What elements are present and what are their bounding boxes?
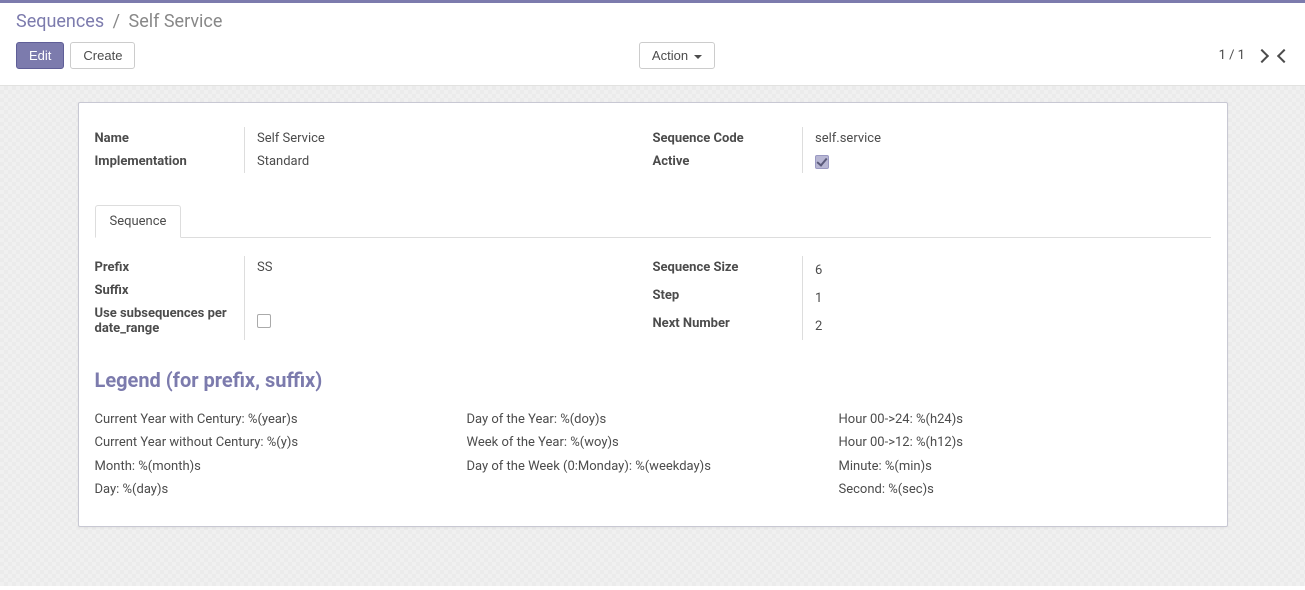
tab-sequence[interactable]: Sequence: [95, 205, 182, 238]
legend-item: Current Year with Century: %(year)s: [95, 408, 467, 431]
active-checkbox[interactable]: [815, 155, 829, 169]
next-number-value: 2: [803, 312, 1211, 340]
breadcrumb-parent[interactable]: Sequences: [16, 11, 104, 32]
subseq-checkbox[interactable]: [257, 314, 271, 328]
implementation-value: Standard: [245, 150, 653, 173]
suffix-label: Suffix: [95, 279, 245, 302]
step-value: 1: [803, 284, 1211, 312]
legend-item: Hour 00->24: %(h24)s: [839, 408, 1211, 431]
suffix-value: [245, 279, 653, 302]
next-number-label: Next Number: [653, 312, 803, 340]
create-button[interactable]: Create: [70, 42, 135, 69]
edit-button[interactable]: Edit: [16, 42, 64, 69]
sequence-code-label: Sequence Code: [653, 127, 803, 150]
breadcrumb: Sequences / Self Service: [16, 11, 1289, 32]
legend-item: Day of the Year: %(doy)s: [467, 408, 839, 431]
size-label: Sequence Size: [653, 256, 803, 284]
legend-item: Day of the Week (0:Monday): %(weekday)s: [467, 455, 839, 478]
legend-item: Hour 00->12: %(h12)s: [839, 431, 1211, 454]
breadcrumb-current: Self Service: [129, 11, 223, 32]
legend-item: Current Year without Century: %(y)s: [95, 431, 467, 454]
active-value: [803, 150, 1211, 173]
control-panel: Sequences / Self Service Edit Create Act…: [0, 3, 1305, 86]
active-label: Active: [653, 150, 803, 173]
tabpane-sequence: Prefix SS Suffix Use subsequences per da…: [95, 238, 1211, 502]
pager-next-icon[interactable]: [1255, 48, 1269, 62]
sequence-code-value: self.service: [803, 127, 1211, 150]
form-sheet: Name Self Service Implementation Standar…: [78, 102, 1228, 527]
legend-item: Second: %(sec)s: [839, 478, 1211, 501]
legend-item: Minute: %(min)s: [839, 455, 1211, 478]
name-label: Name: [95, 127, 245, 150]
legend-col-1: Current Year with Century: %(year)s Curr…: [95, 408, 467, 502]
breadcrumb-sep: /: [113, 11, 120, 32]
tabs: Sequence: [95, 205, 1211, 238]
legend-col-2: Day of the Year: %(doy)s Week of the Yea…: [467, 408, 839, 502]
implementation-label: Implementation: [95, 150, 245, 173]
step-label: Step: [653, 284, 803, 312]
prefix-value: SS: [245, 256, 653, 279]
legend-columns: Current Year with Century: %(year)s Curr…: [95, 408, 1211, 502]
pager-text: 1 / 1: [1219, 48, 1245, 63]
pager-prev-icon[interactable]: [1277, 48, 1291, 62]
prefix-label: Prefix: [95, 256, 245, 279]
legend-item: Day: %(day)s: [95, 478, 467, 501]
action-dropdown[interactable]: Action: [639, 42, 715, 69]
legend-heading: Legend (for prefix, suffix): [95, 368, 1211, 392]
legend-item: Month: %(month)s: [95, 455, 467, 478]
main-area: Name Self Service Implementation Standar…: [0, 86, 1305, 586]
size-value: 6: [803, 256, 1211, 284]
legend-item: Week of the Year: %(woy)s: [467, 431, 839, 454]
subseq-value: [245, 302, 653, 340]
subseq-label: Use subsequences per date_range: [95, 302, 245, 340]
legend-col-3: Hour 00->24: %(h24)s Hour 00->12: %(h12)…: [839, 408, 1211, 502]
name-value: Self Service: [245, 127, 653, 150]
